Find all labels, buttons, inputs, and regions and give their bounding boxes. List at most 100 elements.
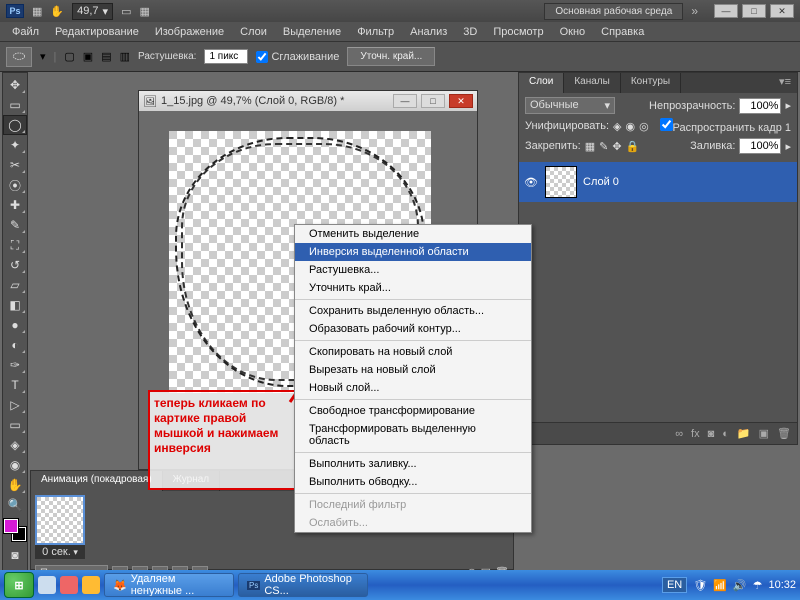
ctx-deselect[interactable]: Отменить выделение: [295, 225, 531, 243]
menu-3d[interactable]: 3D: [455, 24, 485, 40]
quicklaunch-icon[interactable]: [60, 576, 78, 594]
minimize-button[interactable]: —: [714, 4, 738, 18]
feather-input[interactable]: [204, 49, 248, 64]
frame-delay[interactable]: 0 сек. ▾: [35, 545, 85, 559]
adjustment-icon[interactable]: ◐: [722, 428, 729, 440]
delete-layer-icon[interactable]: 🗑: [777, 427, 791, 440]
ctx-inverse-selection[interactable]: Инверсия выделенной области: [295, 243, 531, 261]
crop-tool[interactable]: ✂: [3, 155, 27, 175]
close-button[interactable]: ✕: [770, 4, 794, 18]
layer-row[interactable]: 👁 Слой 0: [519, 162, 797, 202]
panel-menu-icon[interactable]: ▾≡: [773, 73, 797, 93]
layer-thumbnail[interactable]: [545, 166, 577, 198]
doc-close-button[interactable]: ✕: [449, 94, 473, 108]
color-swatches[interactable]: [4, 519, 26, 541]
menu-layer[interactable]: Слои: [232, 24, 275, 40]
menu-filter[interactable]: Фильтр: [349, 24, 402, 40]
ctx-fill[interactable]: Выполнить заливку...: [295, 455, 531, 473]
layer-visibility-icon[interactable]: 👁: [523, 176, 539, 189]
blur-tool[interactable]: ●: [3, 315, 27, 335]
tab-animation[interactable]: Анимация (покадровая): [31, 471, 163, 491]
3d-camera-tool[interactable]: ◉: [3, 455, 27, 475]
foreground-color[interactable]: [4, 519, 18, 533]
propagate-frame-checkbox[interactable]: Распространить кадр 1: [660, 118, 791, 134]
ctx-feather[interactable]: Растушевка...: [295, 261, 531, 279]
quickmask-toggle[interactable]: ◙: [3, 545, 27, 565]
lock-pixels-icon[interactable]: ✎: [599, 140, 608, 153]
tray-icon[interactable]: ☂: [753, 579, 763, 592]
group-icon[interactable]: 📁: [737, 427, 751, 440]
path-tool[interactable]: ▷: [3, 395, 27, 415]
quicklaunch-icon[interactable]: [82, 576, 100, 594]
unify-visibility-icon[interactable]: ◉: [625, 120, 635, 133]
wand-tool[interactable]: ✦: [3, 135, 27, 155]
document-titlebar[interactable]: 🖼 1_15.jpg @ 49,7% (Слой 0, RGB/8) * — □…: [139, 91, 477, 111]
refine-edge-button[interactable]: Уточн. край...: [347, 47, 435, 66]
tab-channels[interactable]: Каналы: [564, 73, 621, 93]
type-tool[interactable]: T: [3, 375, 27, 395]
intersect-selection-icon[interactable]: ▥: [120, 50, 130, 63]
unify-position-icon[interactable]: ◈: [613, 120, 621, 133]
menu-window[interactable]: Окно: [552, 24, 594, 40]
eraser-tool[interactable]: ▱: [3, 275, 27, 295]
unify-style-icon[interactable]: ◎: [639, 120, 649, 133]
opacity-input[interactable]: [739, 98, 781, 114]
antialias-checkbox[interactable]: Сглаживание: [256, 51, 339, 63]
taskbar-item[interactable]: 🦊Удаляем ненужные ...: [104, 573, 234, 597]
blend-mode-select[interactable]: Обычные▾: [525, 97, 615, 114]
view-extras-icon[interactable]: ▦: [139, 5, 149, 18]
menu-help[interactable]: Справка: [593, 24, 652, 40]
doc-maximize-button[interactable]: □: [421, 94, 445, 108]
tray-icon[interactable]: 📶: [713, 579, 727, 592]
tray-icon[interactable]: 🛡: [693, 579, 707, 592]
stamp-tool[interactable]: ⛶: [3, 235, 27, 255]
menu-select[interactable]: Выделение: [275, 24, 349, 40]
ctx-free-transform[interactable]: Свободное трансформирование: [295, 402, 531, 420]
taskbar-item[interactable]: PsAdobe Photoshop CS...: [238, 573, 368, 597]
language-indicator[interactable]: EN: [662, 577, 687, 593]
hand-icon[interactable]: ✋: [50, 5, 64, 18]
move-tool[interactable]: ✥: [3, 75, 27, 95]
subtract-selection-icon[interactable]: ▤: [101, 50, 111, 63]
bridge-icon[interactable]: ▦: [32, 5, 42, 18]
workspace-switcher[interactable]: Основная рабочая среда: [544, 3, 683, 20]
dodge-tool[interactable]: ◐: [3, 335, 27, 355]
shape-tool[interactable]: ▭: [3, 415, 27, 435]
pen-tool[interactable]: ✑: [3, 355, 27, 375]
link-layers-icon[interactable]: ∞: [675, 428, 683, 440]
lock-transparency-icon[interactable]: ▦: [585, 140, 595, 153]
tab-paths[interactable]: Контуры: [621, 73, 681, 93]
lock-position-icon[interactable]: ✥: [612, 140, 621, 153]
quicklaunch-icon[interactable]: [38, 576, 56, 594]
ctx-transform-selection[interactable]: Трансформировать выделенную область: [295, 420, 531, 450]
fill-input[interactable]: [739, 138, 781, 154]
menu-view[interactable]: Просмотр: [485, 24, 551, 40]
doc-minimize-button[interactable]: —: [393, 94, 417, 108]
menu-edit[interactable]: Редактирование: [47, 24, 147, 40]
view-rulers-icon[interactable]: ▭: [121, 5, 131, 18]
fx-icon[interactable]: fx: [691, 428, 700, 440]
tab-layers[interactable]: Слои: [519, 73, 564, 93]
layer-name[interactable]: Слой 0: [583, 176, 619, 188]
maximize-button[interactable]: □: [742, 4, 766, 18]
history-brush-tool[interactable]: ↺: [3, 255, 27, 275]
gradient-tool[interactable]: ◧: [3, 295, 27, 315]
zoom-tool[interactable]: 🔍: [3, 495, 27, 515]
menu-file[interactable]: Файл: [4, 24, 47, 40]
frame-thumbnail[interactable]: [35, 495, 85, 545]
ctx-layer-via-copy[interactable]: Скопировать на новый слой: [295, 343, 531, 361]
ctx-new-layer[interactable]: Новый слой...: [295, 379, 531, 397]
zoom-level[interactable]: 49,7▾: [72, 3, 113, 20]
more-workspaces-icon[interactable]: »: [691, 4, 698, 18]
ctx-save-selection[interactable]: Сохранить выделенную область...: [295, 302, 531, 320]
eyedropper-tool[interactable]: ⦿: [3, 175, 27, 195]
mask-icon[interactable]: ◙: [708, 428, 715, 440]
clock[interactable]: 10:32: [768, 579, 796, 591]
lasso-tool[interactable]: ◯: [3, 115, 27, 135]
3d-tool[interactable]: ◈: [3, 435, 27, 455]
hand-tool[interactable]: ✋: [3, 475, 27, 495]
ctx-refine-edge[interactable]: Уточнить край...: [295, 279, 531, 297]
start-button[interactable]: ⊞: [4, 572, 34, 598]
add-selection-icon[interactable]: ▣: [83, 50, 93, 63]
ctx-make-workpath[interactable]: Образовать рабочий контур...: [295, 320, 531, 338]
